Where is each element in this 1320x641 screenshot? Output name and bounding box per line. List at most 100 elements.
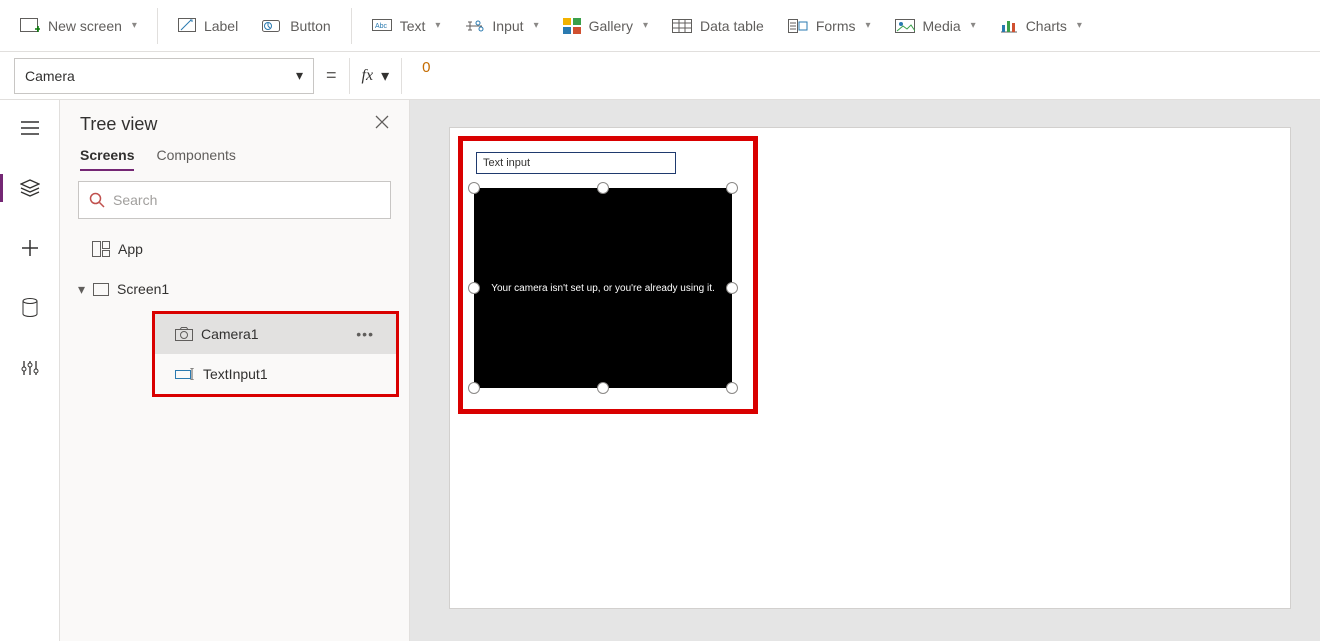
- fx-label: fx: [362, 67, 374, 85]
- text-menu[interactable]: Abc Text ▾: [366, 12, 447, 40]
- text-input-control[interactable]: Text input: [476, 152, 676, 174]
- tree-node-label: App: [118, 241, 143, 257]
- insert-button[interactable]: [9, 230, 51, 266]
- annotation-highlight: Camera1 ••• TextInput1: [152, 311, 399, 397]
- selection-handle[interactable]: [597, 182, 609, 194]
- chevron-down-icon: ▾: [381, 66, 389, 86]
- tree-list: App ▾ Screen1 Camera1 ••• TextInput1: [60, 229, 409, 641]
- input-label: Input: [492, 18, 523, 34]
- selection-handle[interactable]: [726, 382, 738, 394]
- main-area: Tree view Screens Components Search App …: [0, 100, 1320, 641]
- svg-text:Abc: Abc: [375, 23, 388, 30]
- chevron-down-icon: ▾: [534, 20, 539, 31]
- screen-plus-icon: [20, 18, 40, 34]
- hamburger-icon: [21, 121, 39, 135]
- selection-handle[interactable]: [468, 182, 480, 194]
- label-text: Label: [204, 18, 238, 34]
- text-input-icon: [175, 368, 195, 380]
- button-text: Button: [290, 18, 330, 34]
- gallery-label: Gallery: [589, 18, 633, 34]
- app-icon: [92, 241, 110, 257]
- selection-handle[interactable]: [597, 382, 609, 394]
- database-icon: [22, 298, 38, 318]
- camera-icon: [175, 327, 193, 341]
- tools-icon: [21, 359, 39, 377]
- data-button[interactable]: [9, 290, 51, 326]
- fx-expand-button[interactable]: fx ▾: [349, 58, 403, 94]
- chevron-down-icon: ▾: [1077, 20, 1082, 31]
- equals-sign: =: [324, 65, 339, 86]
- button-icon: [262, 18, 282, 34]
- data-table-icon: [672, 19, 692, 33]
- tab-components[interactable]: Components: [156, 147, 235, 171]
- forms-label: Forms: [816, 18, 856, 34]
- tree-node-label: Screen1: [117, 281, 169, 297]
- close-icon: [375, 115, 389, 129]
- text-icon: Abc: [372, 19, 392, 33]
- selection-handle[interactable]: [726, 182, 738, 194]
- media-menu[interactable]: Media ▾: [889, 12, 982, 40]
- formula-bar: Camera ▾ = fx ▾ 0: [0, 52, 1320, 100]
- text-label: Text: [400, 18, 426, 34]
- formula-value: 0: [422, 59, 430, 76]
- left-rail: [0, 100, 60, 641]
- selection-handle[interactable]: [726, 282, 738, 294]
- chevron-down-icon: ▾: [435, 20, 440, 31]
- insert-ribbon: New screen ▾ Label Button Abc Text ▾ Inp…: [0, 0, 1320, 52]
- hamburger-button[interactable]: [9, 110, 51, 146]
- charts-menu[interactable]: Charts ▾: [994, 12, 1088, 40]
- chevron-down-icon: ▾: [971, 20, 976, 31]
- selection-handle[interactable]: [468, 282, 480, 294]
- new-screen-button[interactable]: New screen ▾: [14, 12, 143, 40]
- canvas-area: Text input Your camera isn't set up, or …: [410, 100, 1320, 641]
- tab-screens-label: Screens: [80, 147, 134, 163]
- tree-node-label: Camera1: [201, 326, 259, 342]
- tools-button[interactable]: [9, 350, 51, 386]
- chevron-down-icon: ▾: [296, 67, 303, 84]
- tree-view-panel: Tree view Screens Components Search App …: [60, 100, 410, 641]
- tree-node-label: TextInput1: [203, 366, 268, 382]
- chevron-down-icon: ▾: [643, 20, 648, 31]
- text-input-value: Text input: [483, 157, 530, 169]
- formula-input[interactable]: 0: [412, 58, 1310, 94]
- tree-node-textinput1[interactable]: TextInput1: [155, 354, 396, 394]
- media-label: Media: [923, 18, 961, 34]
- tree-view-button[interactable]: [9, 170, 51, 206]
- forms-menu[interactable]: Forms ▾: [782, 12, 877, 40]
- charts-label: Charts: [1026, 18, 1067, 34]
- tree-node-app[interactable]: App: [60, 229, 409, 269]
- input-menu[interactable]: Input ▾: [458, 12, 544, 40]
- tree-view-title: Tree view: [80, 114, 157, 135]
- selection-handle[interactable]: [468, 382, 480, 394]
- tree-node-camera1[interactable]: Camera1 •••: [155, 314, 396, 354]
- button-button[interactable]: Button: [256, 12, 336, 40]
- forms-icon: [788, 19, 808, 33]
- camera-control[interactable]: Your camera isn't set up, or you're alre…: [474, 188, 732, 388]
- more-options-button[interactable]: •••: [356, 326, 378, 342]
- media-icon: [895, 19, 915, 33]
- new-screen-label: New screen: [48, 18, 122, 34]
- gallery-icon: [563, 18, 581, 34]
- property-selector[interactable]: Camera ▾: [14, 58, 314, 94]
- label-button[interactable]: Label: [172, 12, 244, 40]
- chevron-down-icon: ▾: [865, 20, 870, 31]
- tab-screens[interactable]: Screens: [80, 147, 134, 171]
- search-placeholder: Search: [113, 192, 157, 208]
- gallery-menu[interactable]: Gallery ▾: [557, 12, 654, 40]
- close-panel-button[interactable]: [375, 115, 389, 134]
- data-table-label: Data table: [700, 18, 764, 34]
- label-icon: [178, 18, 196, 34]
- tab-components-label: Components: [156, 147, 235, 163]
- camera-status-message: Your camera isn't set up, or you're alre…: [491, 283, 715, 294]
- input-icon: [464, 19, 484, 33]
- tree-search-input[interactable]: Search: [78, 181, 391, 219]
- chevron-down-icon: ▾: [132, 20, 137, 31]
- data-table-button[interactable]: Data table: [666, 12, 770, 40]
- charts-icon: [1000, 19, 1018, 33]
- chevron-down-icon: ▾: [78, 281, 85, 298]
- layers-icon: [20, 179, 40, 197]
- property-name: Camera: [25, 68, 75, 84]
- screen-canvas[interactable]: Text input Your camera isn't set up, or …: [450, 128, 1290, 608]
- tree-node-screen1[interactable]: ▾ Screen1: [60, 269, 409, 309]
- search-icon: [89, 192, 105, 208]
